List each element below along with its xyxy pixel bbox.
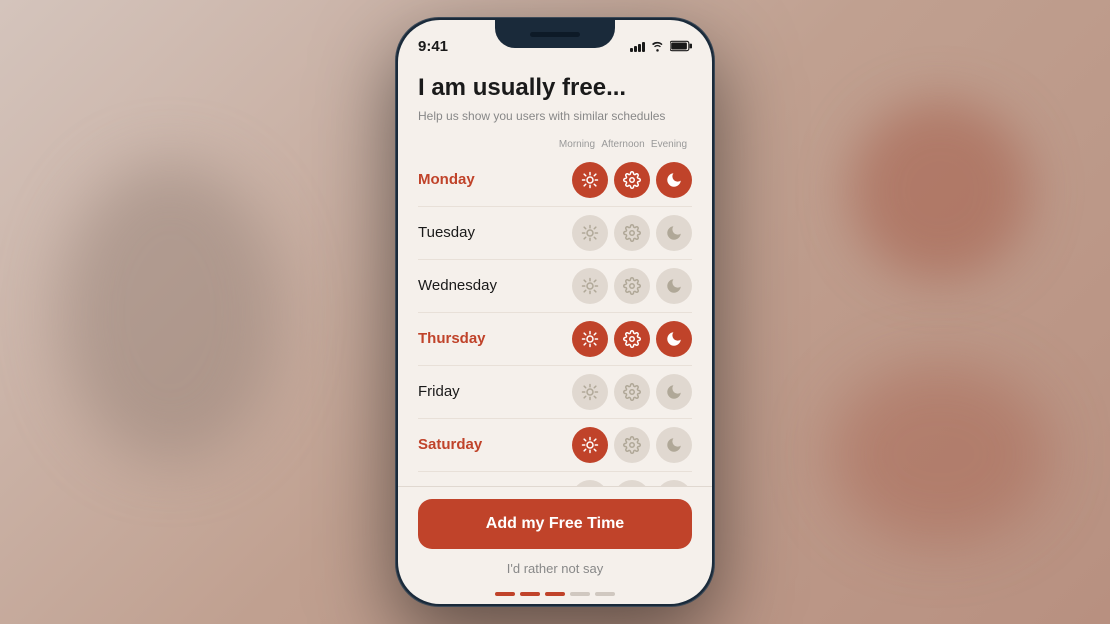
status-time: 9:41 xyxy=(418,38,448,55)
time-icons xyxy=(572,374,692,410)
day-name: Thursday xyxy=(418,330,572,347)
progress-indicator xyxy=(398,592,712,604)
afternoon-header: Afternoon xyxy=(600,139,646,150)
day-row: Wednesday xyxy=(418,260,692,313)
speaker xyxy=(530,32,580,37)
afternoon-button[interactable] xyxy=(614,321,650,357)
day-name: Saturday xyxy=(418,436,572,453)
morning-button[interactable] xyxy=(572,321,608,357)
time-icons xyxy=(572,268,692,304)
evening-button[interactable] xyxy=(656,215,692,251)
day-row: Thursday xyxy=(418,313,692,366)
time-icons xyxy=(572,215,692,251)
progress-dot xyxy=(520,592,540,596)
column-headers: Morning Afternoon Evening xyxy=(418,139,692,150)
afternoon-button[interactable] xyxy=(614,268,650,304)
page-title: I am usually free... xyxy=(418,74,692,103)
morning-button[interactable] xyxy=(572,374,608,410)
page-subtitle: Help us show you users with similar sche… xyxy=(418,109,692,123)
day-row: Friday xyxy=(418,366,692,419)
morning-button[interactable] xyxy=(572,215,608,251)
signal-icon xyxy=(630,40,645,52)
time-icons xyxy=(572,162,692,198)
day-name: Friday xyxy=(418,383,572,400)
wifi-icon xyxy=(650,40,665,52)
progress-dot xyxy=(545,592,565,596)
status-icons xyxy=(630,40,692,52)
phone-notch xyxy=(495,20,615,48)
phone-frame: 9:41 xyxy=(395,17,715,607)
morning-button[interactable] xyxy=(572,427,608,463)
bg-decoration-right-bottom xyxy=(830,364,1050,544)
day-row: Monday xyxy=(418,154,692,207)
morning-header: Morning xyxy=(554,139,600,150)
evening-button[interactable] xyxy=(656,162,692,198)
afternoon-button[interactable] xyxy=(614,374,650,410)
day-name: Monday xyxy=(418,171,572,188)
bg-decoration-right-top xyxy=(850,100,1030,280)
phone-screen: 9:41 xyxy=(398,20,712,604)
day-row: Saturday xyxy=(418,419,692,472)
time-icons xyxy=(572,321,692,357)
morning-button[interactable] xyxy=(572,268,608,304)
morning-button[interactable] xyxy=(572,162,608,198)
evening-header: Evening xyxy=(646,139,692,150)
afternoon-button[interactable] xyxy=(614,427,650,463)
add-free-time-button[interactable]: Add my Free Time xyxy=(418,499,692,549)
progress-dot xyxy=(595,592,615,596)
afternoon-button[interactable] xyxy=(614,215,650,251)
day-row: Tuesday xyxy=(418,207,692,260)
day-name: Wednesday xyxy=(418,277,572,294)
days-list: Monday Tuesday xyxy=(418,154,692,486)
evening-button[interactable] xyxy=(656,268,692,304)
battery-icon xyxy=(670,40,692,52)
scroll-area[interactable]: I am usually free... Help us show you us… xyxy=(398,64,712,486)
evening-button[interactable] xyxy=(656,321,692,357)
bottom-section: Add my Free Time I'd rather not say xyxy=(398,486,712,592)
afternoon-button[interactable] xyxy=(614,162,650,198)
day-name: Tuesday xyxy=(418,224,572,241)
progress-dot xyxy=(570,592,590,596)
bg-decoration-left xyxy=(60,162,280,462)
progress-dot xyxy=(495,592,515,596)
skip-link[interactable]: I'd rather not say xyxy=(418,561,692,576)
evening-button[interactable] xyxy=(656,374,692,410)
time-icons xyxy=(572,427,692,463)
day-row: Sunday xyxy=(418,472,692,486)
evening-button[interactable] xyxy=(656,427,692,463)
